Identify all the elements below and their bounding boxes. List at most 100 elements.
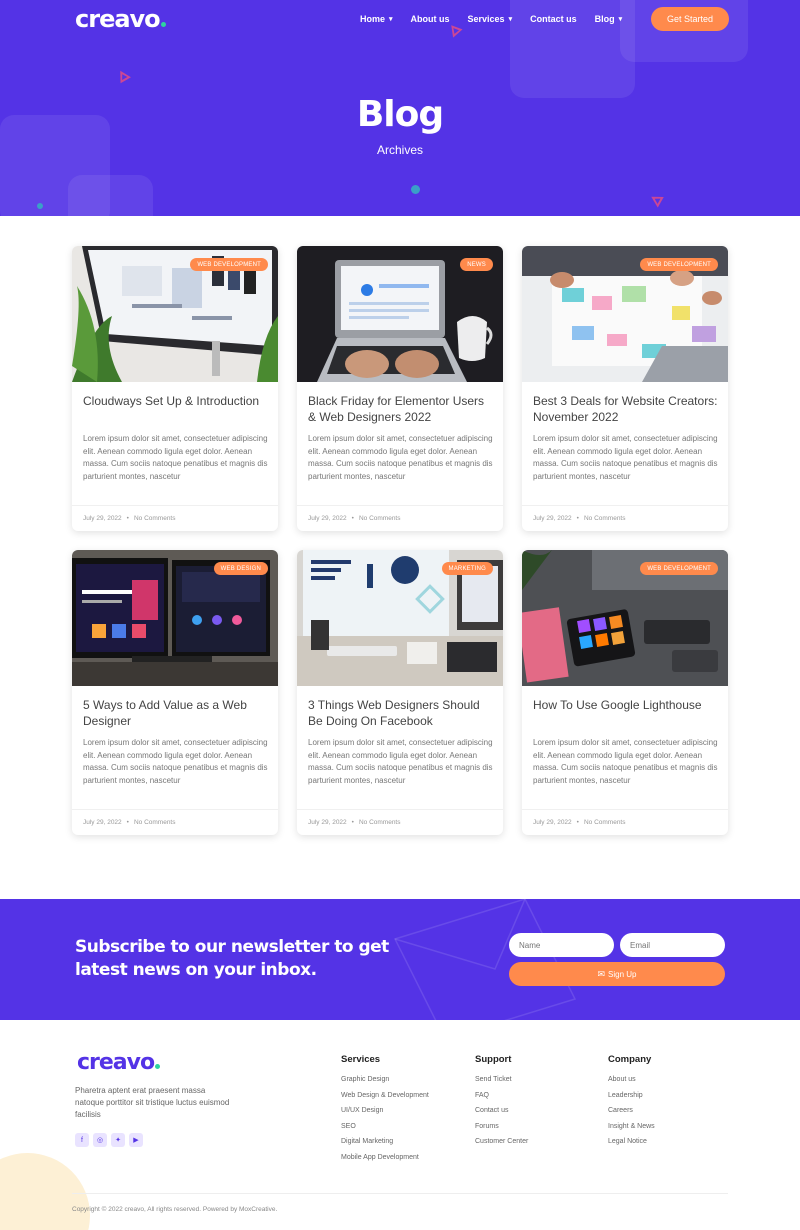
post-comments[interactable]: No Comments	[359, 515, 401, 522]
post-card[interactable]: Web Development Cloudways Set Up & Intro…	[72, 246, 278, 531]
post-date: July 29, 2022	[533, 515, 572, 522]
footer-link[interactable]: Insight & News	[608, 1123, 655, 1139]
nav-services[interactable]: Services ▾	[468, 13, 513, 25]
post-meta: July 29, 2022 • No Comments	[522, 505, 728, 531]
footer-link[interactable]: Send Ticket	[475, 1076, 528, 1092]
nav-about[interactable]: About us	[411, 13, 450, 25]
footer-link[interactable]: SEO	[341, 1123, 429, 1139]
name-input[interactable]	[509, 933, 614, 957]
post-excerpt: Lorem ipsum dolor sit amet, consectetuer…	[83, 434, 268, 481]
decor-square	[68, 175, 153, 216]
footer-heading: Services	[341, 1054, 381, 1065]
footer-link[interactable]: Customer Center	[475, 1138, 528, 1154]
footer-column-company: Company About us Leadership Careers Insi…	[608, 1054, 655, 1154]
footer-column-support: Support Send Ticket FAQ Contact us Forum…	[475, 1054, 528, 1154]
post-card[interactable]: Web Development How To Use Google Lighth…	[522, 550, 728, 835]
footer-link[interactable]: Careers	[608, 1107, 655, 1123]
footer-divider	[72, 1193, 728, 1194]
footer-link[interactable]: Graphic Design	[341, 1076, 429, 1092]
main-nav: Home ▾ About us Services ▾ Contact us Blog…	[360, 13, 622, 25]
copyright: Copyright © 2022 creavo, All rights rese…	[72, 1206, 278, 1213]
email-input[interactable]	[620, 933, 725, 957]
category-badge[interactable]: Web Development	[640, 562, 718, 575]
post-excerpt: Lorem ipsum dolor sit amet, consectetuer…	[533, 434, 718, 481]
sign-up-button[interactable]: ✉ Sign Up	[509, 962, 725, 986]
footer-link[interactable]: About us	[608, 1076, 655, 1092]
post-thumbnail[interactable]: Web Development	[522, 246, 728, 382]
post-thumbnail[interactable]: Web Development	[72, 246, 278, 382]
post-title[interactable]: 5 Ways to Add Value as a Web Designer	[83, 697, 269, 729]
newsletter-title: Subscribe to our newsletter to get lates…	[75, 937, 389, 980]
post-date: July 29, 2022	[533, 819, 572, 826]
post-excerpt: Lorem ipsum dolor sit amet, consectetuer…	[308, 738, 493, 785]
post-date: July 29, 2022	[83, 819, 122, 826]
category-badge[interactable]: News	[460, 258, 493, 271]
instagram-icon[interactable]: ◎	[93, 1133, 107, 1147]
logo-dot	[160, 22, 166, 27]
footer-link[interactable]: UI/UX Design	[341, 1107, 429, 1123]
decor-triangle	[115, 67, 131, 84]
post-card[interactable]: Web Development Best 3 Deals for Website…	[522, 246, 728, 531]
post-card[interactable]: Web Design 5 Ways to Add Value as a Web …	[72, 550, 278, 835]
category-badge[interactable]: Web Development	[640, 258, 718, 271]
post-excerpt: Lorem ipsum dolor sit amet, consectetuer…	[83, 738, 268, 785]
page-title: Blog	[356, 94, 444, 135]
post-meta: July 29, 2022 • No Comments	[522, 809, 728, 835]
twitter-icon[interactable]: ✦	[111, 1133, 125, 1147]
post-comments[interactable]: No Comments	[359, 819, 401, 826]
post-meta: July 29, 2022 • No Comments	[72, 809, 278, 835]
post-title[interactable]: Best 3 Deals for Website Creators: Novem…	[533, 393, 719, 425]
post-meta: July 29, 2022 • No Comments	[72, 505, 278, 531]
post-date: July 29, 2022	[308, 819, 347, 826]
category-badge[interactable]: Web Design	[213, 562, 268, 575]
category-badge[interactable]: Web Development	[190, 258, 268, 271]
post-excerpt: Lorem ipsum dolor sit amet, consectetuer…	[308, 434, 493, 481]
post-card[interactable]: News Black Friday for Elementor Users & …	[297, 246, 503, 531]
youtube-icon[interactable]: ▶	[129, 1133, 143, 1147]
post-thumbnail[interactable]: Marketing	[297, 550, 503, 686]
facebook-icon[interactable]: f	[75, 1133, 89, 1147]
footer-about: Pharetra aptent erat praesent massa nato…	[75, 1086, 230, 1119]
footer-heading: Support	[475, 1054, 512, 1065]
nav-contact[interactable]: Contact us	[530, 13, 577, 25]
post-date: July 29, 2022	[83, 515, 122, 522]
page-subtitle: Archives	[376, 143, 423, 157]
post-thumbnail[interactable]: News	[297, 246, 503, 382]
post-meta: July 29, 2022 • No Comments	[297, 809, 503, 835]
post-meta: July 29, 2022 • No Comments	[297, 505, 503, 531]
logo-dot	[155, 1064, 161, 1069]
decor-triangle	[648, 191, 664, 208]
post-comments[interactable]: No Comments	[134, 515, 176, 522]
post-title[interactable]: How To Use Google Lighthouse	[533, 697, 719, 713]
footer-logo[interactable]: creavo	[77, 1050, 161, 1075]
post-thumbnail[interactable]: Web Design	[72, 550, 278, 686]
decor-dot	[37, 203, 43, 209]
footer-link[interactable]: Web Design & Development	[341, 1092, 429, 1108]
footer-link[interactable]: FAQ	[475, 1092, 528, 1108]
nav-blog[interactable]: Blog ▾	[595, 13, 623, 25]
footer-link[interactable]: Contact us	[475, 1107, 528, 1123]
post-comments[interactable]: No Comments	[134, 819, 176, 826]
newsletter-section: Subscribe to our newsletter to get lates…	[0, 899, 800, 1020]
post-comments[interactable]: No Comments	[584, 819, 626, 826]
post-card[interactable]: Marketing 3 Things Web Designers Should …	[297, 550, 503, 835]
footer-link[interactable]: Mobile App Development	[341, 1154, 429, 1170]
post-title[interactable]: Cloudways Set Up & Introduction	[83, 393, 269, 409]
post-title[interactable]: 3 Things Web Designers Should Be Doing O…	[308, 697, 494, 729]
footer-link[interactable]: Forums	[475, 1123, 528, 1139]
decor-dot	[411, 185, 420, 194]
site-logo[interactable]: creavo	[75, 5, 166, 33]
category-badge[interactable]: Marketing	[441, 562, 493, 575]
chevron-down-icon: ▾	[508, 16, 513, 23]
footer-link[interactable]: Leadership	[608, 1092, 655, 1108]
footer-link[interactable]: Legal Notice	[608, 1138, 655, 1154]
get-started-button[interactable]: Get Started	[651, 7, 729, 31]
post-comments[interactable]: No Comments	[584, 515, 626, 522]
post-thumbnail[interactable]: Web Development	[522, 550, 728, 686]
hero-banner: creavo Home ▾ About us Services ▾ Contact …	[0, 0, 800, 216]
footer-link[interactable]: Digital Marketing	[341, 1138, 429, 1154]
post-title[interactable]: Black Friday for Elementor Users & Web D…	[308, 393, 494, 425]
footer-column-services: Services Graphic Design Web Design & Dev…	[341, 1054, 429, 1169]
nav-home[interactable]: Home ▾	[360, 13, 393, 25]
envelope-icon: ✉	[597, 968, 606, 979]
